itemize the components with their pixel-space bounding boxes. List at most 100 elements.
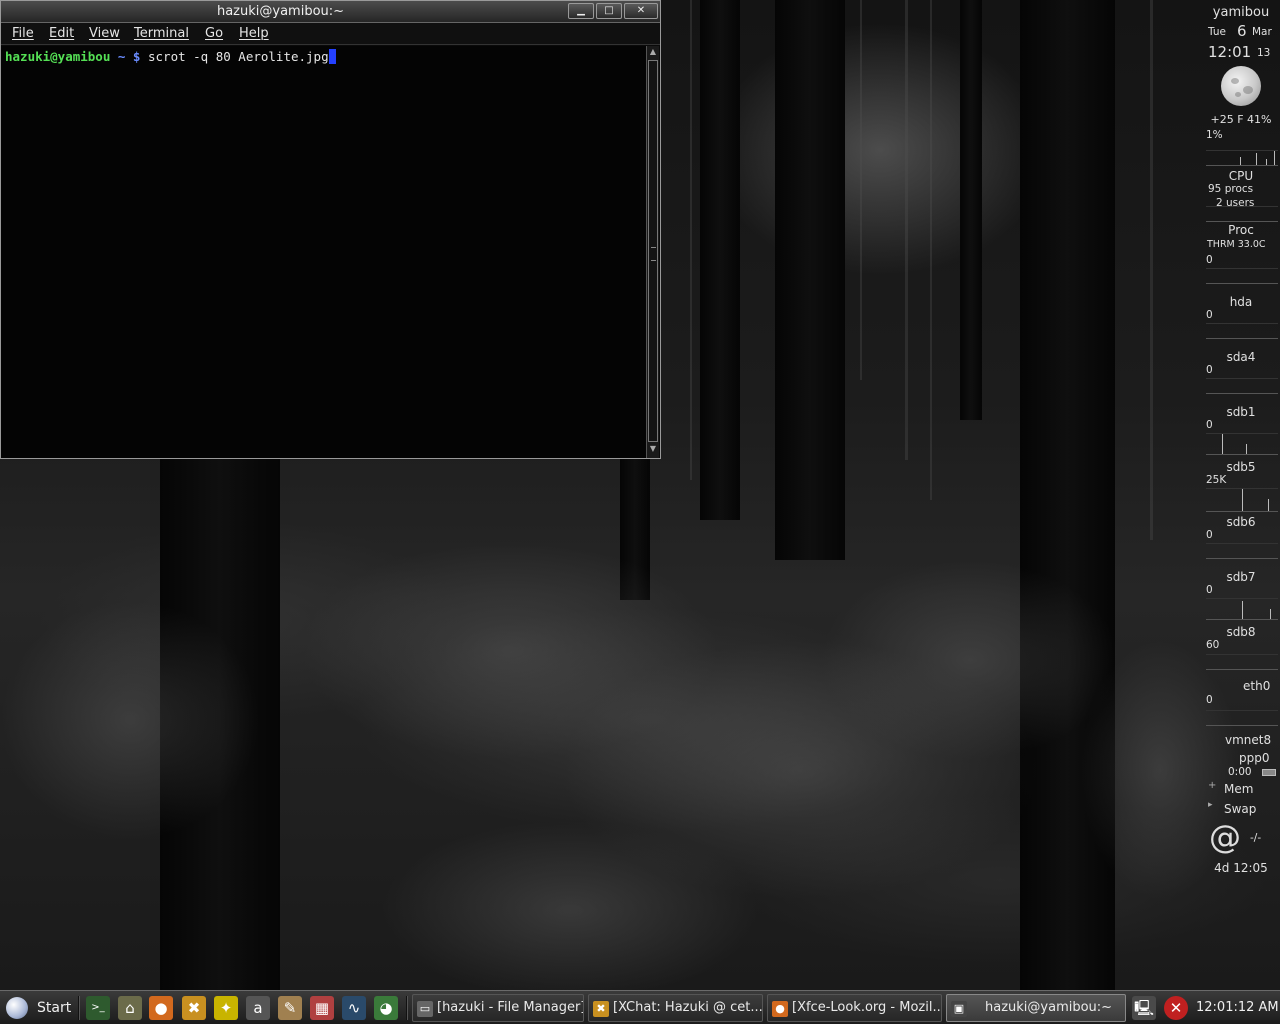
taskbar-separator <box>406 996 408 1020</box>
terminal-menubar: File Edit View Terminal Go Help <box>1 23 660 45</box>
disk-hda-graph <box>1206 323 1278 339</box>
text-cursor <box>328 49 336 64</box>
clock-time: 12:01 <box>1208 43 1252 61</box>
ppp0-led-icon <box>1262 769 1276 776</box>
close-button[interactable]: ✕ <box>624 3 658 19</box>
window-title: hazuki@yamibou:~ <box>216 4 345 19</box>
start-button[interactable]: Start <box>2 993 74 1023</box>
disk-sdb1-graph <box>1206 433 1278 455</box>
disk-sdb8-graph <box>1206 654 1278 670</box>
aim-icon[interactable]: ✦ <box>214 996 238 1020</box>
ppp0-time: 0:00 <box>1228 766 1252 778</box>
eth0-label: eth0 <box>1243 679 1271 693</box>
clock-seconds: 13 <box>1257 47 1271 59</box>
menu-file[interactable]: File <box>12 26 34 41</box>
date-number: 6 <box>1237 22 1247 40</box>
terminal-output[interactable]: hazuki@yamibou ~ $ scrot -q 80 Aerolite.… <box>1 46 646 458</box>
a-icon[interactable]: a <box>246 996 270 1020</box>
prompt-user: hazuki@yamibou <box>5 49 111 64</box>
spreadsheet-icon[interactable]: ▦ <box>310 996 334 1020</box>
proc-graph <box>1206 206 1278 222</box>
menu-go[interactable]: Go <box>205 26 223 41</box>
scroll-thumb[interactable] <box>648 60 658 442</box>
date-month: Mar <box>1252 26 1272 38</box>
system-monitor-icon[interactable]: ∿ <box>342 996 366 1020</box>
process-count: 95 procs <box>1208 183 1254 195</box>
task-label: [hazuki - File Manager] <box>437 1000 584 1015</box>
vmnet8-label: vmnet8 <box>1225 733 1272 747</box>
cpu-label: CPU <box>1228 169 1254 183</box>
firefox-icon: ● <box>772 1001 788 1017</box>
swap-expand-icon[interactable]: ▸ <box>1208 800 1213 810</box>
stop-icon[interactable]: ✕ <box>1164 996 1188 1020</box>
disk-sdb1-label: sdb1 <box>1226 405 1256 419</box>
disk-sdb1-value: 0 <box>1206 419 1213 431</box>
task-label: hazuki@yamibou:~ <box>985 1000 1113 1015</box>
disk-sdb6-value: 0 <box>1206 529 1213 541</box>
firefox-icon[interactable]: ● <box>149 996 173 1020</box>
ppp0-label: ppp0 <box>1239 751 1270 765</box>
menu-terminal[interactable]: Terminal <box>134 26 189 41</box>
graphics-icon[interactable]: ◕ <box>374 996 398 1020</box>
xchat-icon[interactable]: ✖ <box>182 996 206 1020</box>
scroll-down-icon[interactable]: ▼ <box>647 444 659 453</box>
terminal-window[interactable]: hazuki@yamibou:~ ▁ □ ✕ File Edit View Te… <box>0 0 661 459</box>
system-monitor: yamibou Tue 6 Mar 12:01 13 +25 F 41% 1% … <box>1202 0 1280 990</box>
minimize-button[interactable]: ▁ <box>568 3 594 19</box>
date-day: Tue <box>1208 26 1226 38</box>
weather-readout: +25 F 41% <box>1210 113 1272 126</box>
disk-sda4-graph <box>1206 378 1278 394</box>
mail-icon[interactable]: @ <box>1208 820 1242 854</box>
start-menu-icon <box>6 997 28 1019</box>
disk-hda-value: 0 <box>1206 309 1213 321</box>
disk-sdb8-value: 60 <box>1206 639 1220 651</box>
terminal-icon[interactable]: >_ <box>86 996 110 1020</box>
home-folder-icon[interactable]: ⌂ <box>118 996 142 1020</box>
mail-count: -/- <box>1250 832 1262 844</box>
scroll-up-icon[interactable]: ▲ <box>647 47 659 56</box>
grip-icon <box>651 247 656 261</box>
disk-sdb6-graph <box>1206 543 1278 559</box>
disk-sda4-label: sda4 <box>1226 350 1256 364</box>
task-label: [Xfce-Look.org - Mozil... <box>792 1000 942 1015</box>
disk-sdb6-label: sdb6 <box>1226 515 1256 529</box>
swap-label: Swap <box>1224 802 1257 816</box>
eth0-graph <box>1206 710 1278 726</box>
task-button[interactable]: ▣ hazuki@yamibou:~ <box>946 994 1126 1022</box>
eth0-value: 0 <box>1206 694 1213 706</box>
task-button[interactable]: ● [Xfce-Look.org - Mozil... <box>767 994 942 1022</box>
mem-expand-icon[interactable]: + <box>1208 780 1216 791</box>
moon-phase-icon <box>1221 66 1261 106</box>
disk-sdb5-value: 25K <box>1206 474 1227 486</box>
disk-hda-label: hda <box>1229 295 1253 309</box>
text-editor-icon[interactable]: ✎ <box>278 996 302 1020</box>
menu-help[interactable]: Help <box>239 26 269 41</box>
cpu-graph <box>1206 150 1278 166</box>
thermal-graph <box>1206 268 1278 284</box>
command-text: scrot -q 80 Aerolite.jpg <box>140 49 329 64</box>
menu-edit[interactable]: Edit <box>49 26 74 41</box>
task-button[interactable]: ✖ [XChat: Hazuki @ cet... <box>588 994 763 1022</box>
terminal-icon: ▣ <box>951 1001 967 1017</box>
disk-sdb7-graph <box>1206 598 1278 620</box>
maximize-button[interactable]: □ <box>596 3 622 19</box>
menu-view[interactable]: View <box>89 26 120 41</box>
terminal-scrollbar[interactable]: ▲ ▼ <box>646 46 659 458</box>
taskbar-clock[interactable]: 12:01:12 AM <box>1196 1000 1279 1015</box>
network-icon[interactable]: 🖳 <box>1132 996 1156 1020</box>
thermal-readout: THRM 33.0C <box>1207 239 1266 250</box>
terminal-titlebar[interactable]: hazuki@yamibou:~ ▁ □ ✕ <box>1 1 660 23</box>
uptime: 4d 12:05 <box>1214 861 1268 875</box>
prompt-directory: ~ $ <box>110 49 141 64</box>
disk-sdb8-label: sdb8 <box>1226 625 1256 639</box>
task-button[interactable]: ▭ [hazuki - File Manager] <box>412 994 584 1022</box>
cpu-percent: 1% <box>1206 129 1223 141</box>
mem-label: Mem <box>1224 782 1254 796</box>
disk-sdb5-graph <box>1206 488 1278 512</box>
folder-icon: ▭ <box>417 1001 433 1017</box>
xchat-icon: ✖ <box>593 1001 609 1017</box>
thermal-value: 0 <box>1206 254 1213 266</box>
taskbar-separator <box>78 996 80 1020</box>
start-label: Start <box>37 1000 72 1016</box>
disk-sdb7-value: 0 <box>1206 584 1213 596</box>
